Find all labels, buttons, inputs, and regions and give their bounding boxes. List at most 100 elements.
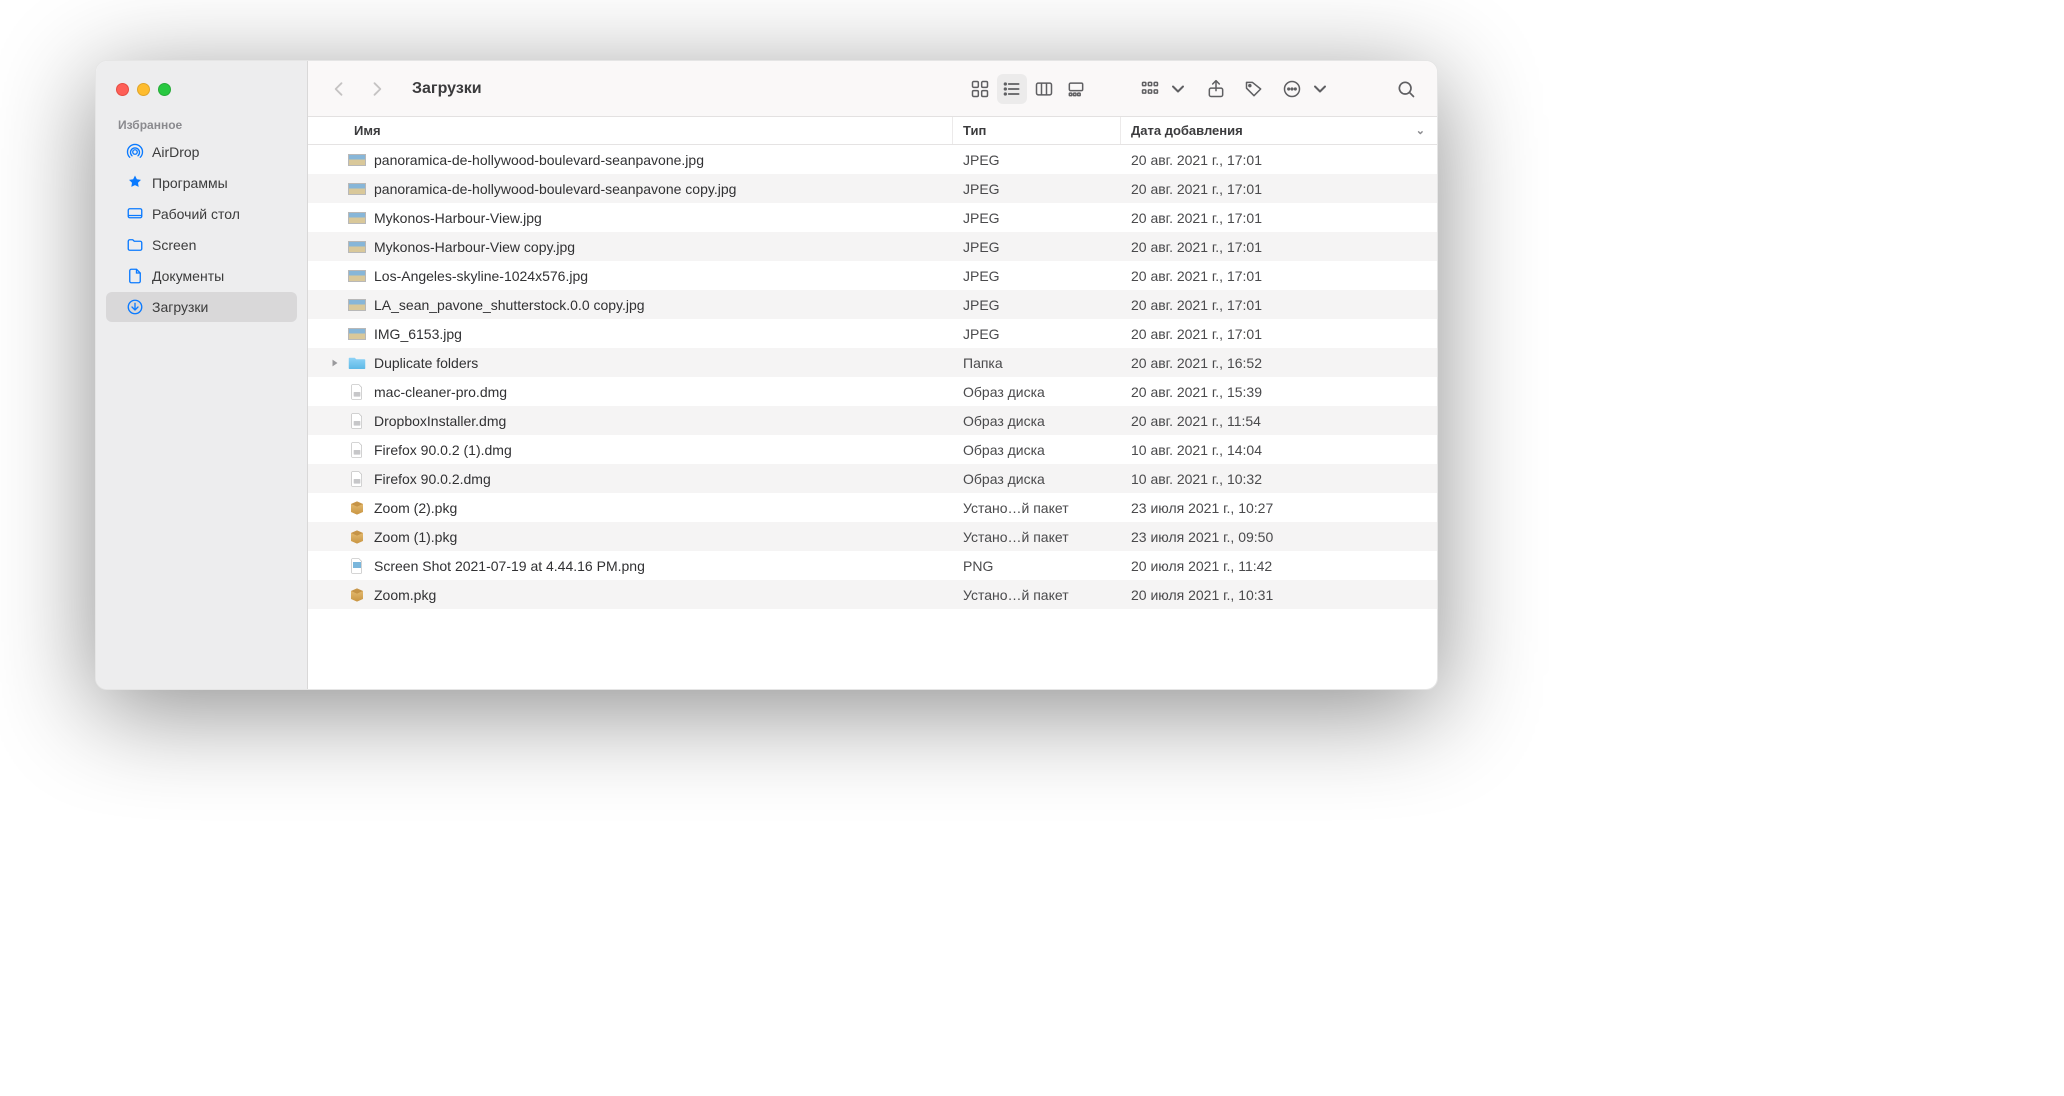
icon-view-button[interactable] <box>965 74 995 104</box>
sidebar-item-label: Рабочий стол <box>152 206 240 222</box>
file-row[interactable]: Los-Angeles-skyline-1024x576.jpgJPEG20 а… <box>308 261 1437 290</box>
main-area: Загрузки <box>308 61 1437 689</box>
file-name: IMG_6153.jpg <box>374 326 462 342</box>
png-file-icon <box>348 558 366 574</box>
folder-title: Загрузки <box>412 80 482 98</box>
file-row[interactable]: Screen Shot 2021-07-19 at 4.44.16 PM.png… <box>308 551 1437 580</box>
column-header-type[interactable]: Тип <box>953 117 1121 144</box>
group-by-button[interactable] <box>1135 74 1193 104</box>
file-date: 20 авг. 2021 г., 17:01 <box>1121 181 1437 197</box>
file-row[interactable]: Duplicate foldersПапка20 авг. 2021 г., 1… <box>308 348 1437 377</box>
group-by-icon <box>1135 74 1165 104</box>
file-name: Duplicate folders <box>374 355 478 371</box>
column-headers: Имя Тип Дата добавления ⌄ <box>308 117 1437 145</box>
file-name: Mykonos-Harbour-View copy.jpg <box>374 239 575 255</box>
file-date: 20 июля 2021 г., 11:42 <box>1121 558 1437 574</box>
toolbar: Загрузки <box>308 61 1437 117</box>
apps-icon <box>126 174 144 192</box>
fullscreen-window-button[interactable] <box>158 83 171 96</box>
gallery-view-button[interactable] <box>1061 74 1091 104</box>
file-name: LA_sean_pavone_shutterstock.0.0 copy.jpg <box>374 297 645 313</box>
file-row[interactable]: Mykonos-Harbour-View.jpgJPEG20 авг. 2021… <box>308 203 1437 232</box>
file-name: Zoom (1).pkg <box>374 529 457 545</box>
package-icon <box>348 529 366 545</box>
file-type: Устано…й пакет <box>953 500 1121 516</box>
download-icon <box>126 298 144 316</box>
file-name: panoramica-de-hollywood-boulevard-seanpa… <box>374 181 736 197</box>
disk-image-icon <box>348 413 366 429</box>
search-button[interactable] <box>1391 74 1421 104</box>
file-list[interactable]: panoramica-de-hollywood-boulevard-seanpa… <box>308 145 1437 689</box>
sidebar-item-airdrop[interactable]: AirDrop <box>106 137 297 167</box>
file-row[interactable]: panoramica-de-hollywood-boulevard-seanpa… <box>308 174 1437 203</box>
file-row[interactable]: IMG_6153.jpgJPEG20 авг. 2021 г., 17:01 <box>308 319 1437 348</box>
column-view-button[interactable] <box>1029 74 1059 104</box>
file-date: 23 июля 2021 г., 09:50 <box>1121 529 1437 545</box>
file-type: JPEG <box>953 181 1121 197</box>
disk-image-icon <box>348 471 366 487</box>
file-row[interactable]: Zoom (1).pkg Устано…й пакет23 июля 2021 г… <box>308 522 1437 551</box>
sidebar: Избранное AirDrop Программы Рабочий стол Sc… <box>96 61 308 689</box>
column-header-date[interactable]: Дата добавления ⌄ <box>1121 117 1437 144</box>
file-type: Устано…й пакет <box>953 529 1121 545</box>
file-date: 20 авг. 2021 г., 17:01 <box>1121 297 1437 313</box>
sidebar-item-download[interactable]: Загрузки <box>106 292 297 322</box>
file-row[interactable]: panoramica-de-hollywood-boulevard-seanpa… <box>308 145 1437 174</box>
image-thumbnail-icon <box>348 152 366 168</box>
file-name: Firefox 90.0.2 (1).dmg <box>374 442 512 458</box>
folder-icon <box>348 355 366 371</box>
file-row[interactable]: Zoom (2).pkg Устано…й пакет23 июля 2021 г… <box>308 493 1437 522</box>
file-type: Образ диска <box>953 384 1121 400</box>
file-type: JPEG <box>953 210 1121 226</box>
sidebar-item-apps[interactable]: Программы <box>106 168 297 198</box>
file-date: 20 авг. 2021 г., 17:01 <box>1121 268 1437 284</box>
image-thumbnail-icon <box>348 210 366 226</box>
file-row[interactable]: mac-cleaner-pro.dmgОбраз диска20 авг. 20… <box>308 377 1437 406</box>
doc-icon <box>126 267 144 285</box>
image-thumbnail-icon <box>348 239 366 255</box>
file-name: mac-cleaner-pro.dmg <box>374 384 507 400</box>
close-window-button[interactable] <box>116 83 129 96</box>
forward-button[interactable] <box>362 74 392 104</box>
file-row[interactable]: Firefox 90.0.2.dmgОбраз диска10 авг. 202… <box>308 464 1437 493</box>
sidebar-item-folder[interactable]: Screen <box>106 230 297 260</box>
image-thumbnail-icon <box>348 181 366 197</box>
file-row[interactable]: Mykonos-Harbour-View copy.jpg JPEG20 авг.… <box>308 232 1437 261</box>
file-type: JPEG <box>953 239 1121 255</box>
file-type: PNG <box>953 558 1121 574</box>
sidebar-section-label: Избранное <box>96 118 307 136</box>
sidebar-item-label: AirDrop <box>152 144 199 160</box>
back-button[interactable] <box>324 74 354 104</box>
file-date: 20 авг. 2021 г., 17:01 <box>1121 239 1437 255</box>
file-name: Mykonos-Harbour-View.jpg <box>374 210 542 226</box>
file-date: 20 авг. 2021 г., 17:01 <box>1121 326 1437 342</box>
file-type: JPEG <box>953 297 1121 313</box>
sidebar-item-doc[interactable]: Документы <box>106 261 297 291</box>
sidebar-item-desktop[interactable]: Рабочий стол <box>106 199 297 229</box>
file-row[interactable]: LA_sean_pavone_shutterstock.0.0 copy.jpg… <box>308 290 1437 319</box>
minimize-window-button[interactable] <box>137 83 150 96</box>
disclosure-triangle-icon[interactable] <box>330 358 342 368</box>
file-name: Zoom.pkg <box>374 587 436 603</box>
share-button[interactable] <box>1201 74 1231 104</box>
file-row[interactable]: DropboxInstaller.dmgОбраз диска20 авг. 2… <box>308 406 1437 435</box>
file-row[interactable]: Firefox 90.0.2 (1).dmgОбраз диска10 авг.… <box>308 435 1437 464</box>
file-type: JPEG <box>953 152 1121 168</box>
file-row[interactable]: Zoom.pkgУстано…й пакет20 июля 2021 г., 1… <box>308 580 1437 609</box>
file-type: JPEG <box>953 268 1121 284</box>
file-name: Zoom (2).pkg <box>374 500 457 516</box>
actions-button[interactable] <box>1277 74 1335 104</box>
file-name: Screen Shot 2021-07-19 at 4.44.16 PM.png <box>374 558 645 574</box>
list-view-button[interactable] <box>997 74 1027 104</box>
package-icon <box>348 500 366 516</box>
file-date: 23 июля 2021 г., 10:27 <box>1121 500 1437 516</box>
folder-icon <box>126 236 144 254</box>
disk-image-icon <box>348 384 366 400</box>
image-thumbnail-icon <box>348 297 366 313</box>
column-header-name[interactable]: Имя <box>308 117 953 144</box>
file-date: 10 авг. 2021 г., 10:32 <box>1121 471 1437 487</box>
chevron-down-icon <box>1163 74 1193 104</box>
tags-button[interactable] <box>1239 74 1269 104</box>
image-thumbnail-icon <box>348 268 366 284</box>
file-name: Firefox 90.0.2.dmg <box>374 471 491 487</box>
